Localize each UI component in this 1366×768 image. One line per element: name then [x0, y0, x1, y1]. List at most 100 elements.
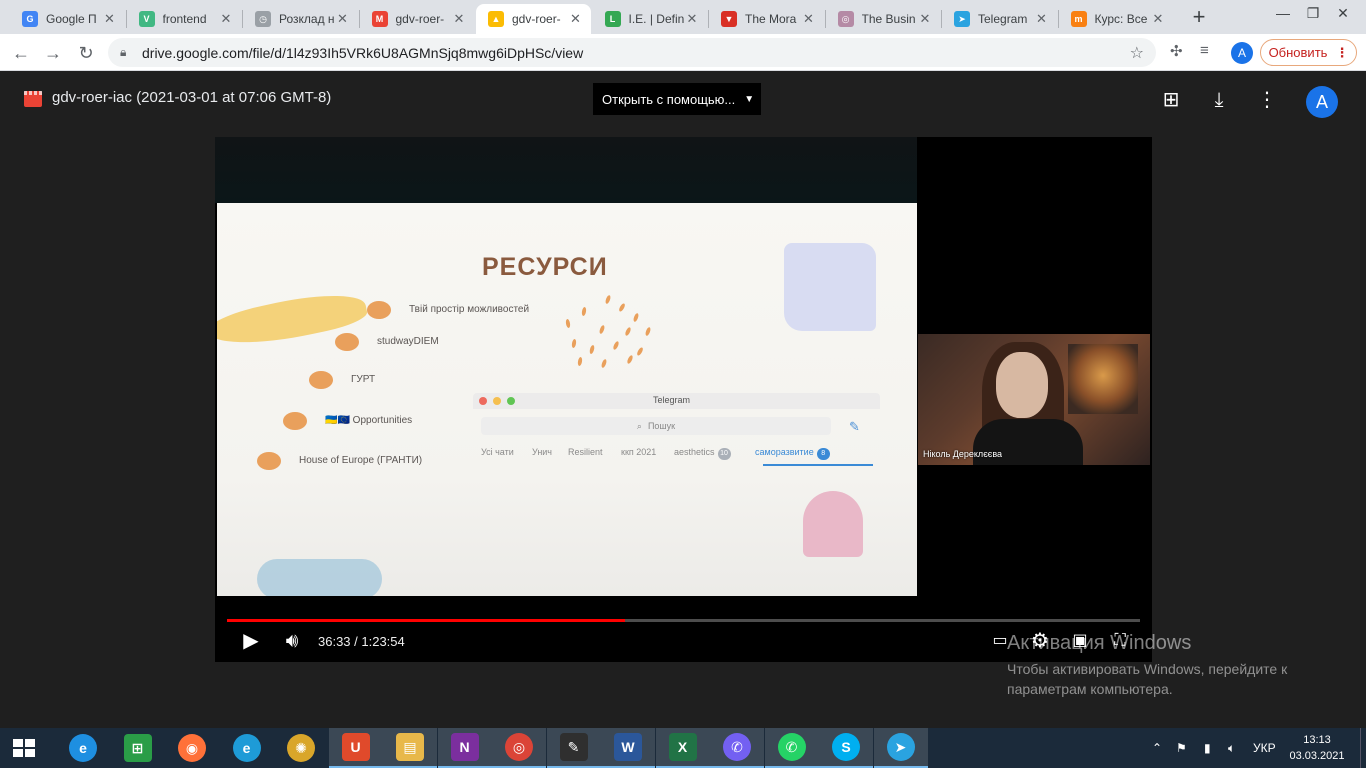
file-title: gdv-roer-iac (2021-03-01 at 07:06 GMT-8) [52, 89, 332, 106]
video-player[interactable]: РЕСУРСИ Твій простір можливостей studway… [215, 137, 1152, 662]
more-options-icon[interactable]: ⋮ [1255, 88, 1279, 112]
add-comment-icon[interactable]: ⊞ [1159, 88, 1183, 112]
tab-close-icon[interactable]: ✕ [918, 11, 932, 27]
address-bar[interactable]: 🔒︎ drive.google.com/file/d/1l4z93Ih5VRk6… [108, 38, 1156, 67]
extensions-icon[interactable]: ✣ [1170, 42, 1183, 60]
microsoft-store-icon: ⊞ [123, 734, 152, 762]
telegram-search-placeholder: Пошук [647, 421, 676, 431]
taskbar-app-skype[interactable]: S [819, 728, 873, 768]
tab-close-icon[interactable]: ✕ [802, 11, 816, 27]
start-button[interactable] [0, 728, 48, 768]
back-icon[interactable]: ← [8, 40, 34, 66]
tab-close-icon[interactable]: ✕ [569, 11, 583, 27]
tab-title: Telegram [978, 12, 1028, 26]
whatsapp-icon: ✆ [777, 733, 806, 761]
bookmark-star-icon[interactable]: ☆ [1130, 43, 1144, 63]
network-flag-icon[interactable]: ⚑ [1176, 728, 1187, 768]
browser-tab[interactable]: ◎ The Busin ✕ [826, 4, 941, 34]
tab-close-icon[interactable]: ✕ [219, 11, 233, 27]
show-desktop-button[interactable] [1360, 728, 1366, 768]
bookmark-red-icon: ▼ [721, 11, 737, 27]
lavender-paint-block [784, 243, 876, 331]
word-icon: W [614, 733, 642, 761]
tab-separator [358, 10, 360, 28]
browser-tab[interactable]: ▲ gdv-roer- ✕ [476, 4, 591, 34]
taskbar-app-microsoft-store[interactable]: ⊞ [111, 728, 165, 768]
tab-close-icon[interactable]: ✕ [685, 11, 699, 27]
profile-avatar[interactable]: A [1231, 42, 1253, 64]
tab-close-icon[interactable]: ✕ [1151, 11, 1165, 27]
reload-icon[interactable]: ↻ [73, 40, 99, 66]
browser-tab[interactable]: Mgdv-roer- ✕ [360, 4, 475, 34]
tab-title: The Busin [861, 12, 916, 26]
gmail-icon: M [371, 11, 388, 27]
battery-icon[interactable]: ▮ [1204, 728, 1211, 768]
windows-taskbar: e ⊞ ◉ e ✺ U ▤ N ◎ ✎ W X ✆ ✆ S ➤ ⌃ ⚑ ▮ 🔈︎ УКР 13:13 03.0… [0, 728, 1366, 768]
browser-tab[interactable]: G Google П ✕ [10, 4, 125, 34]
google-drive-icon: ▲ [488, 11, 504, 27]
telegram-folder-tab: саморазвитие 8 [755, 447, 830, 460]
slide-top-band [215, 137, 917, 203]
browser-tab[interactable]: ◷ Розклад н ✕ [243, 4, 358, 34]
background-poster [1068, 344, 1138, 414]
browser-tab[interactable]: m Курс: Все ✕ [1059, 4, 1174, 34]
telegram-folder-tab: Усі чати [481, 447, 514, 457]
taskbar-app-file-app[interactable]: U [328, 728, 383, 768]
progress-fill [227, 619, 626, 622]
close-window-icon[interactable]: ✕ [1320, 0, 1366, 34]
tab-close-icon[interactable]: ✕ [336, 11, 350, 27]
taskbar-app-onenote[interactable]: N [437, 728, 492, 768]
media-controls-icon[interactable]: ≡ [1200, 42, 1209, 59]
browser-tab[interactable]: ➤ Telegram ✕ [942, 4, 1057, 34]
taskbar-app-file-explorer[interactable]: ▤ [383, 728, 437, 768]
forward-icon[interactable]: → [40, 40, 66, 66]
tab-title: Курс: Все [1094, 12, 1148, 26]
taskbar-app-edge[interactable]: e [220, 728, 274, 768]
telegram-folder-label: саморазвитие [755, 447, 814, 457]
taskbar-app-excel[interactable]: X [655, 728, 710, 768]
taskbar-app-whatsapp[interactable]: ✆ [764, 728, 819, 768]
open-with-button[interactable]: Открыть с помощью... ▼ [593, 83, 761, 115]
taskbar-app-word[interactable]: W [601, 728, 655, 768]
tab-separator [242, 10, 243, 28]
taskbar-app-chrome[interactable]: ◎ [492, 728, 546, 768]
input-language[interactable]: УКР [1253, 728, 1276, 768]
system-clock[interactable]: 13:13 03.03.2021 [1287, 732, 1347, 764]
taskbar-app-internet-explorer[interactable]: e [56, 728, 110, 768]
new-tab-icon[interactable]: + [1187, 6, 1211, 30]
tray-overflow-icon[interactable]: ⌃ [1152, 728, 1162, 768]
tab-title: The Mora [745, 12, 797, 26]
taskbar-app-media-center[interactable]: ✺ [274, 728, 328, 768]
speaker-icon[interactable]: 🔈︎ [1228, 728, 1235, 768]
tab-separator [1057, 10, 1059, 28]
progress-bar[interactable] [227, 619, 1140, 622]
tab-close-icon[interactable]: ✕ [103, 11, 117, 27]
tab-close-icon[interactable]: ✕ [1035, 11, 1049, 27]
close-light-icon [479, 397, 487, 405]
tab-title: gdv-roer- [395, 12, 445, 26]
url-text[interactable]: drive.google.com/file/d/1l4z93Ih5VRk6U8A… [142, 45, 1130, 61]
update-button[interactable]: Обновить ⋮ [1260, 39, 1357, 66]
activation-text-line1: Чтобы активировать Windows, перейдите к [1007, 661, 1288, 677]
browser-tab[interactable]: Vfrontend ✕ [127, 4, 242, 34]
browser-tab[interactable]: L I.E. | Defin ✕ [593, 4, 708, 34]
taskbar-app-firefox[interactable]: ◉ [165, 728, 219, 768]
tab-close-icon[interactable]: ✕ [452, 11, 466, 27]
slide-title: РЕСУРСИ [482, 253, 608, 281]
compose-icon: ✎ [849, 419, 860, 434]
file-app-icon: U [341, 733, 370, 761]
download-icon[interactable]: ⤓ [1207, 88, 1231, 112]
onenote-icon: N [450, 733, 479, 761]
browser-tab[interactable]: ▼ The Mora ✕ [709, 4, 824, 34]
taskbar-app-reader[interactable]: ✎ [546, 728, 601, 768]
clock-icon: ◷ [255, 11, 271, 27]
decorative-dots [562, 293, 652, 373]
play-icon[interactable]: ▶ [239, 629, 263, 653]
bullet-dot [335, 333, 359, 351]
account-avatar[interactable]: A [1306, 86, 1338, 118]
volume-icon[interactable]: 🔊︎ [280, 629, 304, 653]
taskbar-app-telegram[interactable]: ➤ [873, 728, 928, 768]
bullet-dot [309, 371, 333, 389]
taskbar-app-viber[interactable]: ✆ [710, 728, 764, 768]
lock-icon[interactable]: 🔒︎ [120, 45, 134, 60]
